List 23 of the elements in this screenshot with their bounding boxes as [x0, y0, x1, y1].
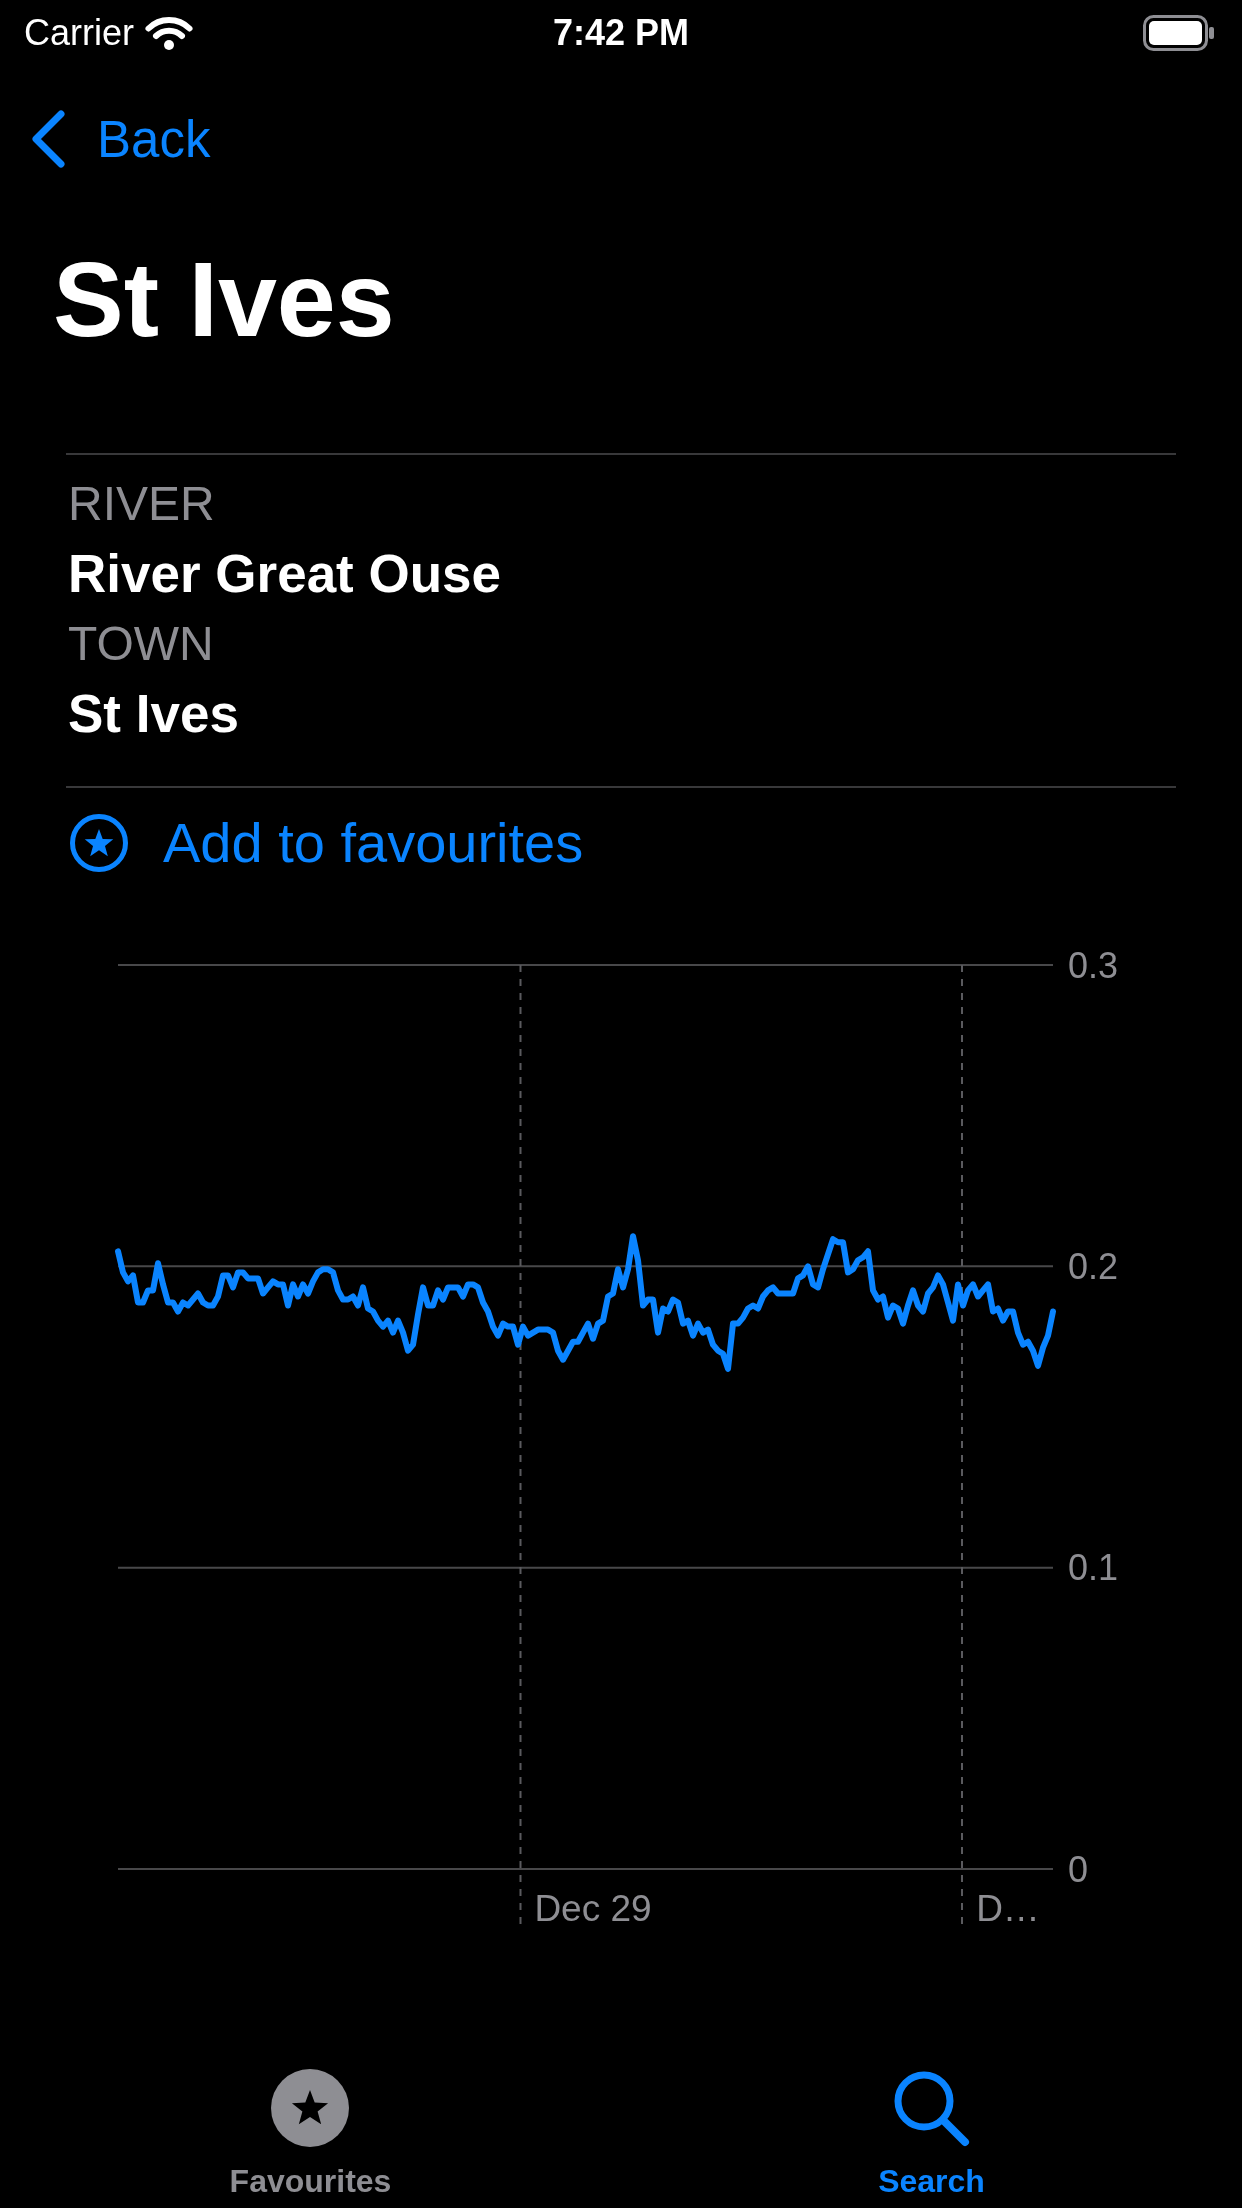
page-title: St Ives	[53, 246, 395, 352]
back-button[interactable]: Back	[30, 110, 211, 168]
status-time: 7:42 PM	[552, 15, 690, 51]
star-circle-icon	[70, 814, 128, 872]
y-axis-label: 0.2	[1068, 1245, 1119, 1287]
detail-label: RIVER	[68, 476, 215, 532]
detail-value: St Ives	[68, 683, 239, 745]
star-circle-icon	[271, 2069, 350, 2147]
search-icon	[892, 2069, 971, 2147]
wifi-icon	[144, 15, 194, 51]
carrier-name: Carrier	[24, 15, 134, 51]
x-axis-label: Dec 29	[534, 1887, 652, 1929]
x-axis-label: D…	[976, 1887, 1040, 1929]
tab-bar-item[interactable]: Search	[858, 2040, 1005, 2208]
y-axis-label: 0.3	[1068, 944, 1119, 986]
tab-bar-item[interactable]: Favourites	[209, 2040, 412, 2208]
y-axis-label: 0	[1068, 1848, 1089, 1890]
add-to-favourites-button[interactable]: Add to favourites	[70, 814, 584, 872]
y-axis-label: 0.1	[1068, 1547, 1119, 1589]
battery-icon	[1143, 15, 1215, 51]
chevron-left-icon	[30, 110, 66, 168]
detail-label: TOWN	[68, 616, 214, 672]
detail-value: River Great Ouse	[68, 543, 502, 605]
